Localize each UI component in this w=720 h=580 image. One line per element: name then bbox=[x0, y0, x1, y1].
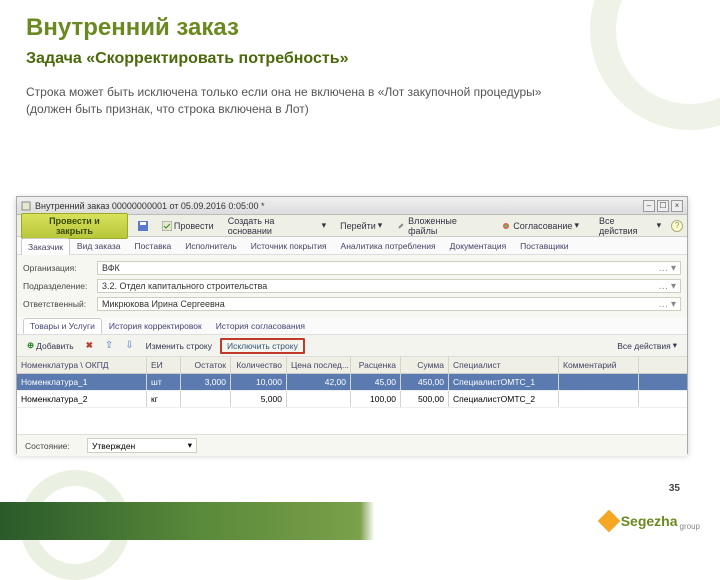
delete-row-button[interactable]: ✖ bbox=[82, 338, 97, 353]
task-subtitle: Задача «Скорректировать потребность» bbox=[0, 46, 720, 78]
tab-delivery[interactable]: Поставка bbox=[127, 237, 178, 254]
attachments-button[interactable]: Вложенные файлы bbox=[392, 214, 491, 238]
all-actions-button[interactable]: Все действия ▾ bbox=[595, 214, 665, 238]
save-button[interactable] bbox=[134, 219, 152, 233]
dept-label: Подразделение: bbox=[23, 281, 93, 291]
logo-text: Segezha bbox=[621, 513, 678, 529]
col-price[interactable]: Цена послед... bbox=[287, 357, 351, 373]
status-label: Состояние: bbox=[25, 441, 87, 451]
tab-documentation[interactable]: Документация bbox=[443, 237, 514, 254]
window-icon bbox=[21, 201, 31, 211]
items-grid: Номенклатура \ ОКПД ЕИ Остаток Количеств… bbox=[17, 357, 687, 434]
table-row[interactable]: Номенклатура_2 кг 5,000 100,00 500,00 Сп… bbox=[17, 391, 687, 408]
add-row-button[interactable]: ⊕Добавить bbox=[23, 338, 78, 353]
edit-row-button[interactable]: Изменить строку bbox=[142, 339, 216, 353]
status-row: Состояние: Утвержден▾ bbox=[17, 434, 687, 456]
resp-lookup-icon[interactable]: … ▾ bbox=[658, 299, 676, 310]
sub-tabs: Товары и Услуги История корректировок Ис… bbox=[17, 317, 687, 335]
resp-input[interactable]: Микрюкова Ирина Сергеевна… ▾ bbox=[97, 297, 681, 311]
window-title: Внутренний заказ 00000000001 от 05.09.20… bbox=[35, 201, 639, 211]
move-down-button[interactable]: ⇩ bbox=[121, 338, 137, 353]
subtab-corrections[interactable]: История корректировок bbox=[102, 318, 209, 334]
tab-executor[interactable]: Исполнитель bbox=[178, 237, 244, 254]
tab-customer[interactable]: Заказчик bbox=[21, 238, 70, 255]
arrow-up-icon: ⇧ bbox=[105, 340, 113, 351]
grid-header: Номенклатура \ ОКПД ЕИ Остаток Количеств… bbox=[17, 357, 687, 374]
col-estimate[interactable]: Расценка bbox=[351, 357, 401, 373]
close-button[interactable]: × bbox=[671, 200, 683, 212]
resp-label: Ответственный: bbox=[23, 299, 93, 309]
approval-button[interactable]: Согласование ▾ bbox=[497, 218, 583, 233]
org-lookup-icon[interactable]: … ▾ bbox=[658, 263, 676, 274]
maximize-button[interactable]: ☐ bbox=[657, 200, 669, 212]
grid-empty-area bbox=[17, 408, 687, 434]
tab-coverage[interactable]: Источник покрытия bbox=[244, 237, 334, 254]
col-comment[interactable]: Комментарий bbox=[559, 357, 639, 373]
col-name[interactable]: Номенклатура \ ОКПД bbox=[17, 357, 147, 373]
status-input[interactable]: Утвержден▾ bbox=[87, 438, 197, 453]
dept-lookup-icon[interactable]: … ▾ bbox=[658, 281, 676, 292]
grid-all-actions-button[interactable]: Все действия ▾ bbox=[613, 338, 681, 353]
app-window: Внутренний заказ 00000000001 от 05.09.20… bbox=[16, 196, 688, 454]
col-sum[interactable]: Сумма bbox=[401, 357, 449, 373]
col-unit[interactable]: ЕИ bbox=[147, 357, 181, 373]
col-quantity[interactable]: Количество bbox=[231, 357, 287, 373]
create-based-on-button[interactable]: Создать на основании ▾ bbox=[224, 214, 330, 238]
diskette-icon bbox=[138, 221, 148, 231]
main-toolbar: Провести и закрыть Провести Создать на о… bbox=[17, 215, 687, 237]
grid-toolbar: ⊕Добавить ✖ ⇧ ⇩ Изменить строку Исключит… bbox=[17, 335, 687, 357]
minimize-button[interactable]: – bbox=[643, 200, 655, 212]
col-balance[interactable]: Остаток bbox=[181, 357, 231, 373]
approval-icon bbox=[501, 221, 511, 231]
slide-title: Внутренний заказ bbox=[0, 0, 720, 46]
org-input[interactable]: ВФК… ▾ bbox=[97, 261, 681, 275]
subtab-goods[interactable]: Товары и Услуги bbox=[23, 318, 102, 334]
post-icon bbox=[162, 221, 172, 231]
cross-icon: ✖ bbox=[86, 340, 93, 351]
post-button[interactable]: Провести bbox=[158, 219, 218, 233]
logo-diamond-icon bbox=[597, 510, 620, 533]
table-row[interactable]: Номенклатура_1 шт 3,000 10,000 42,00 45,… bbox=[17, 374, 687, 391]
org-label: Организация: bbox=[23, 263, 93, 273]
subtab-approval-history[interactable]: История согласования bbox=[209, 318, 312, 334]
tab-analytics[interactable]: Аналитика потребления bbox=[334, 237, 443, 254]
footer-bar: Segezha group bbox=[0, 502, 720, 540]
move-up-button[interactable]: ⇧ bbox=[101, 338, 117, 353]
form-fields: Организация: ВФК… ▾ Подразделение: 3.2. … bbox=[17, 255, 687, 317]
paperclip-icon bbox=[396, 221, 406, 231]
brand-logo: Segezha group bbox=[601, 512, 700, 531]
dept-input[interactable]: 3.2. Отдел капитального строительства… ▾ bbox=[97, 279, 681, 293]
task-description: Строка может быть исключена только если … bbox=[0, 78, 580, 128]
logo-subtext: group bbox=[680, 522, 700, 531]
goto-button[interactable]: Перейти ▾ bbox=[336, 218, 386, 233]
post-and-close-button[interactable]: Провести и закрыть bbox=[21, 213, 128, 239]
top-tabs: Заказчик Вид заказа Поставка Исполнитель… bbox=[17, 237, 687, 255]
plus-icon: ⊕ bbox=[27, 340, 34, 351]
page-number: 35 bbox=[669, 483, 680, 494]
arrow-down-icon: ⇩ bbox=[125, 340, 133, 351]
help-icon[interactable]: ? bbox=[671, 220, 683, 232]
tab-order-type[interactable]: Вид заказа bbox=[70, 237, 128, 254]
exclude-row-button[interactable]: Исключить строку bbox=[220, 338, 305, 354]
tab-suppliers[interactable]: Поставщики bbox=[513, 237, 575, 254]
col-specialist[interactable]: Специалист bbox=[449, 357, 559, 373]
chevron-down-icon: ▾ bbox=[188, 440, 192, 451]
